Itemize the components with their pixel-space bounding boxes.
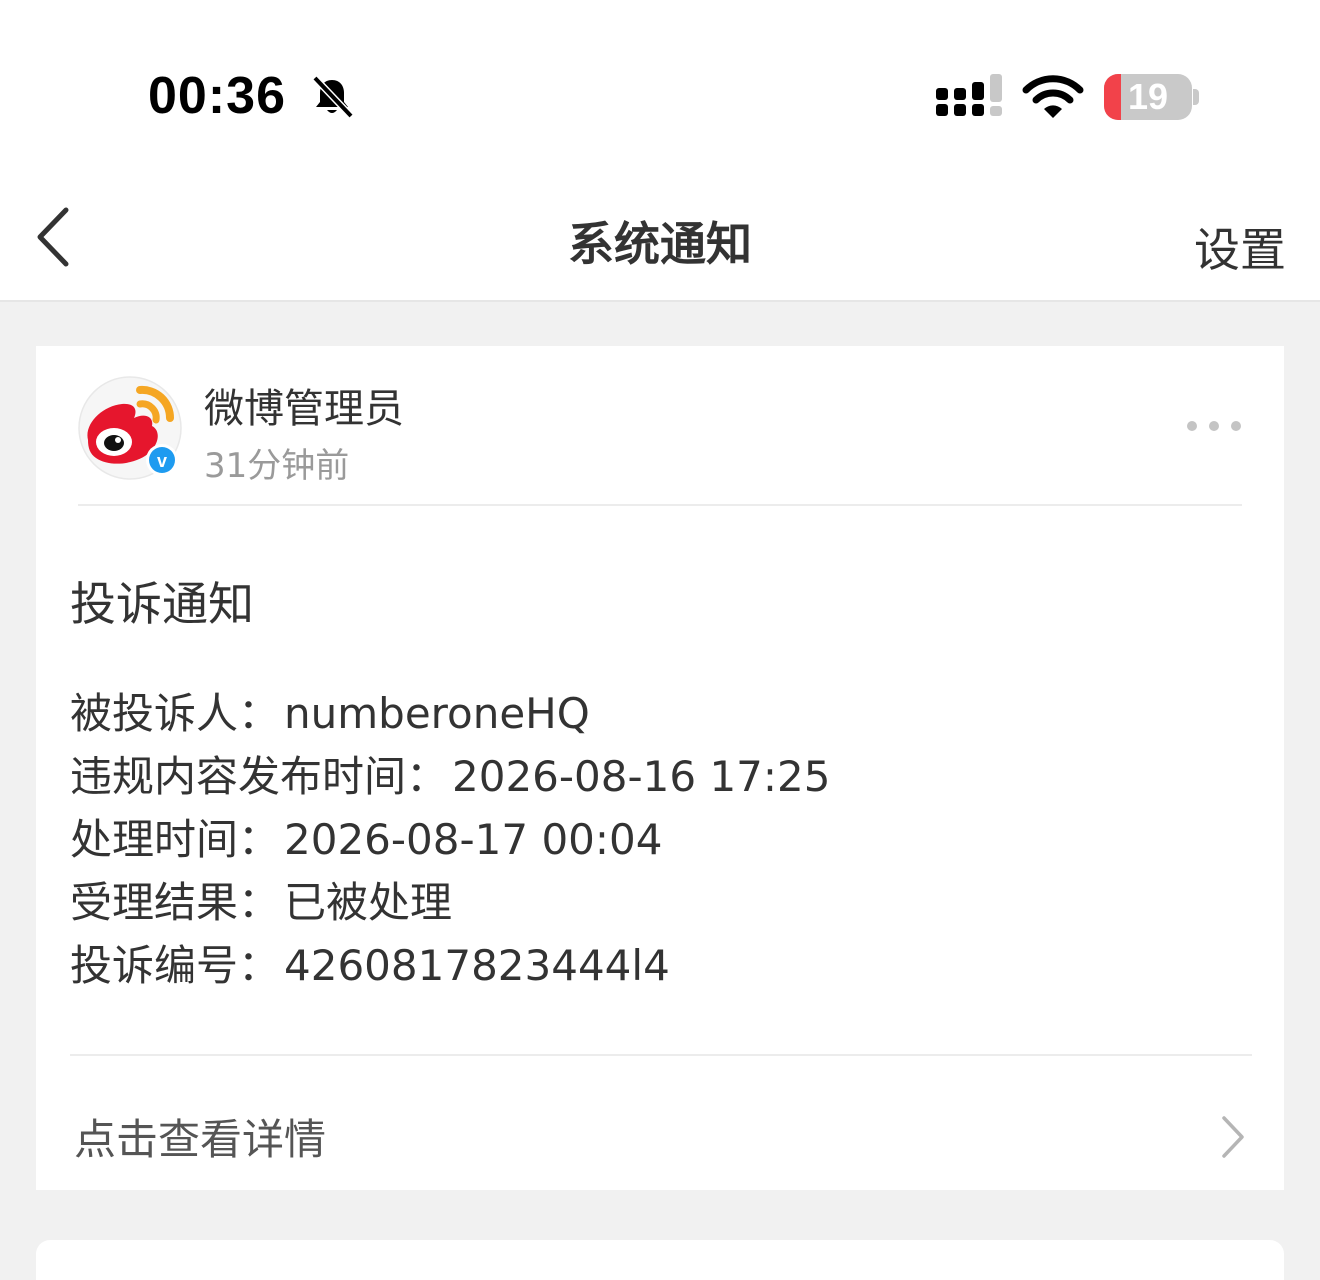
- battery-nub: [1193, 89, 1199, 105]
- chevron-right-icon: [1222, 1116, 1244, 1158]
- notification-card: v 微博管理员 31分钟前 投诉通知 被投诉人：numberoneHQ 违规内容…: [36, 346, 1284, 1190]
- detail-row-complained-user: 被投诉人：numberoneHQ: [70, 682, 831, 745]
- sender-name[interactable]: 微博管理员: [204, 376, 404, 434]
- notice-title: 投诉通知: [70, 577, 254, 631]
- detail-row-result: 受理结果：已被处理: [70, 871, 831, 934]
- nav-bar: 系统通知 设置: [0, 180, 1320, 302]
- wifi-icon: [1022, 75, 1084, 118]
- detail-label: 被投诉人：: [70, 689, 281, 738]
- battery-charging-icon: 19: [1104, 74, 1192, 120]
- message-time: 31分钟前: [204, 446, 350, 486]
- detail-value: numberoneHQ: [284, 689, 590, 738]
- divider: [78, 504, 1242, 506]
- view-details-label: 点击查看详情: [74, 1115, 327, 1164]
- detail-value: 2026-08-17 00:04: [284, 815, 663, 864]
- detail-row-handled-time: 处理时间：2026-08-17 00:04: [70, 808, 831, 871]
- detail-row-complaint-id: 投诉编号：4260817823444l4: [70, 934, 831, 997]
- more-options-icon[interactable]: [1186, 418, 1242, 434]
- status-time: 00:36: [148, 67, 286, 125]
- detail-label: 处理时间：: [70, 815, 281, 864]
- view-details-link[interactable]: 点击查看详情: [36, 1056, 1284, 1190]
- verified-badge: v: [157, 451, 167, 471]
- cellular-signal-icon: [936, 74, 1002, 116]
- bell-slash-icon: [312, 75, 354, 119]
- detail-value: 4260817823444l4: [284, 941, 670, 990]
- detail-label: 违规内容发布时间：: [70, 752, 449, 801]
- page-title: 系统通知: [568, 217, 752, 271]
- detail-value: 已被处理: [284, 878, 453, 927]
- battery-level: 19: [1127, 76, 1169, 117]
- detail-row-post-time: 违规内容发布时间：2026-08-16 17:25: [70, 745, 831, 808]
- settings-button[interactable]: 设置: [1194, 214, 1286, 280]
- status-bar: 00:36 19: [0, 0, 1320, 180]
- next-notification-card[interactable]: [36, 1240, 1284, 1280]
- avatar[interactable]: v: [78, 376, 182, 480]
- detail-list: 被投诉人：numberoneHQ 违规内容发布时间：2026-08-16 17:…: [70, 682, 831, 997]
- detail-label: 投诉编号：: [70, 941, 281, 990]
- detail-value: 2026-08-16 17:25: [452, 752, 831, 801]
- detail-label: 受理结果：: [70, 878, 281, 927]
